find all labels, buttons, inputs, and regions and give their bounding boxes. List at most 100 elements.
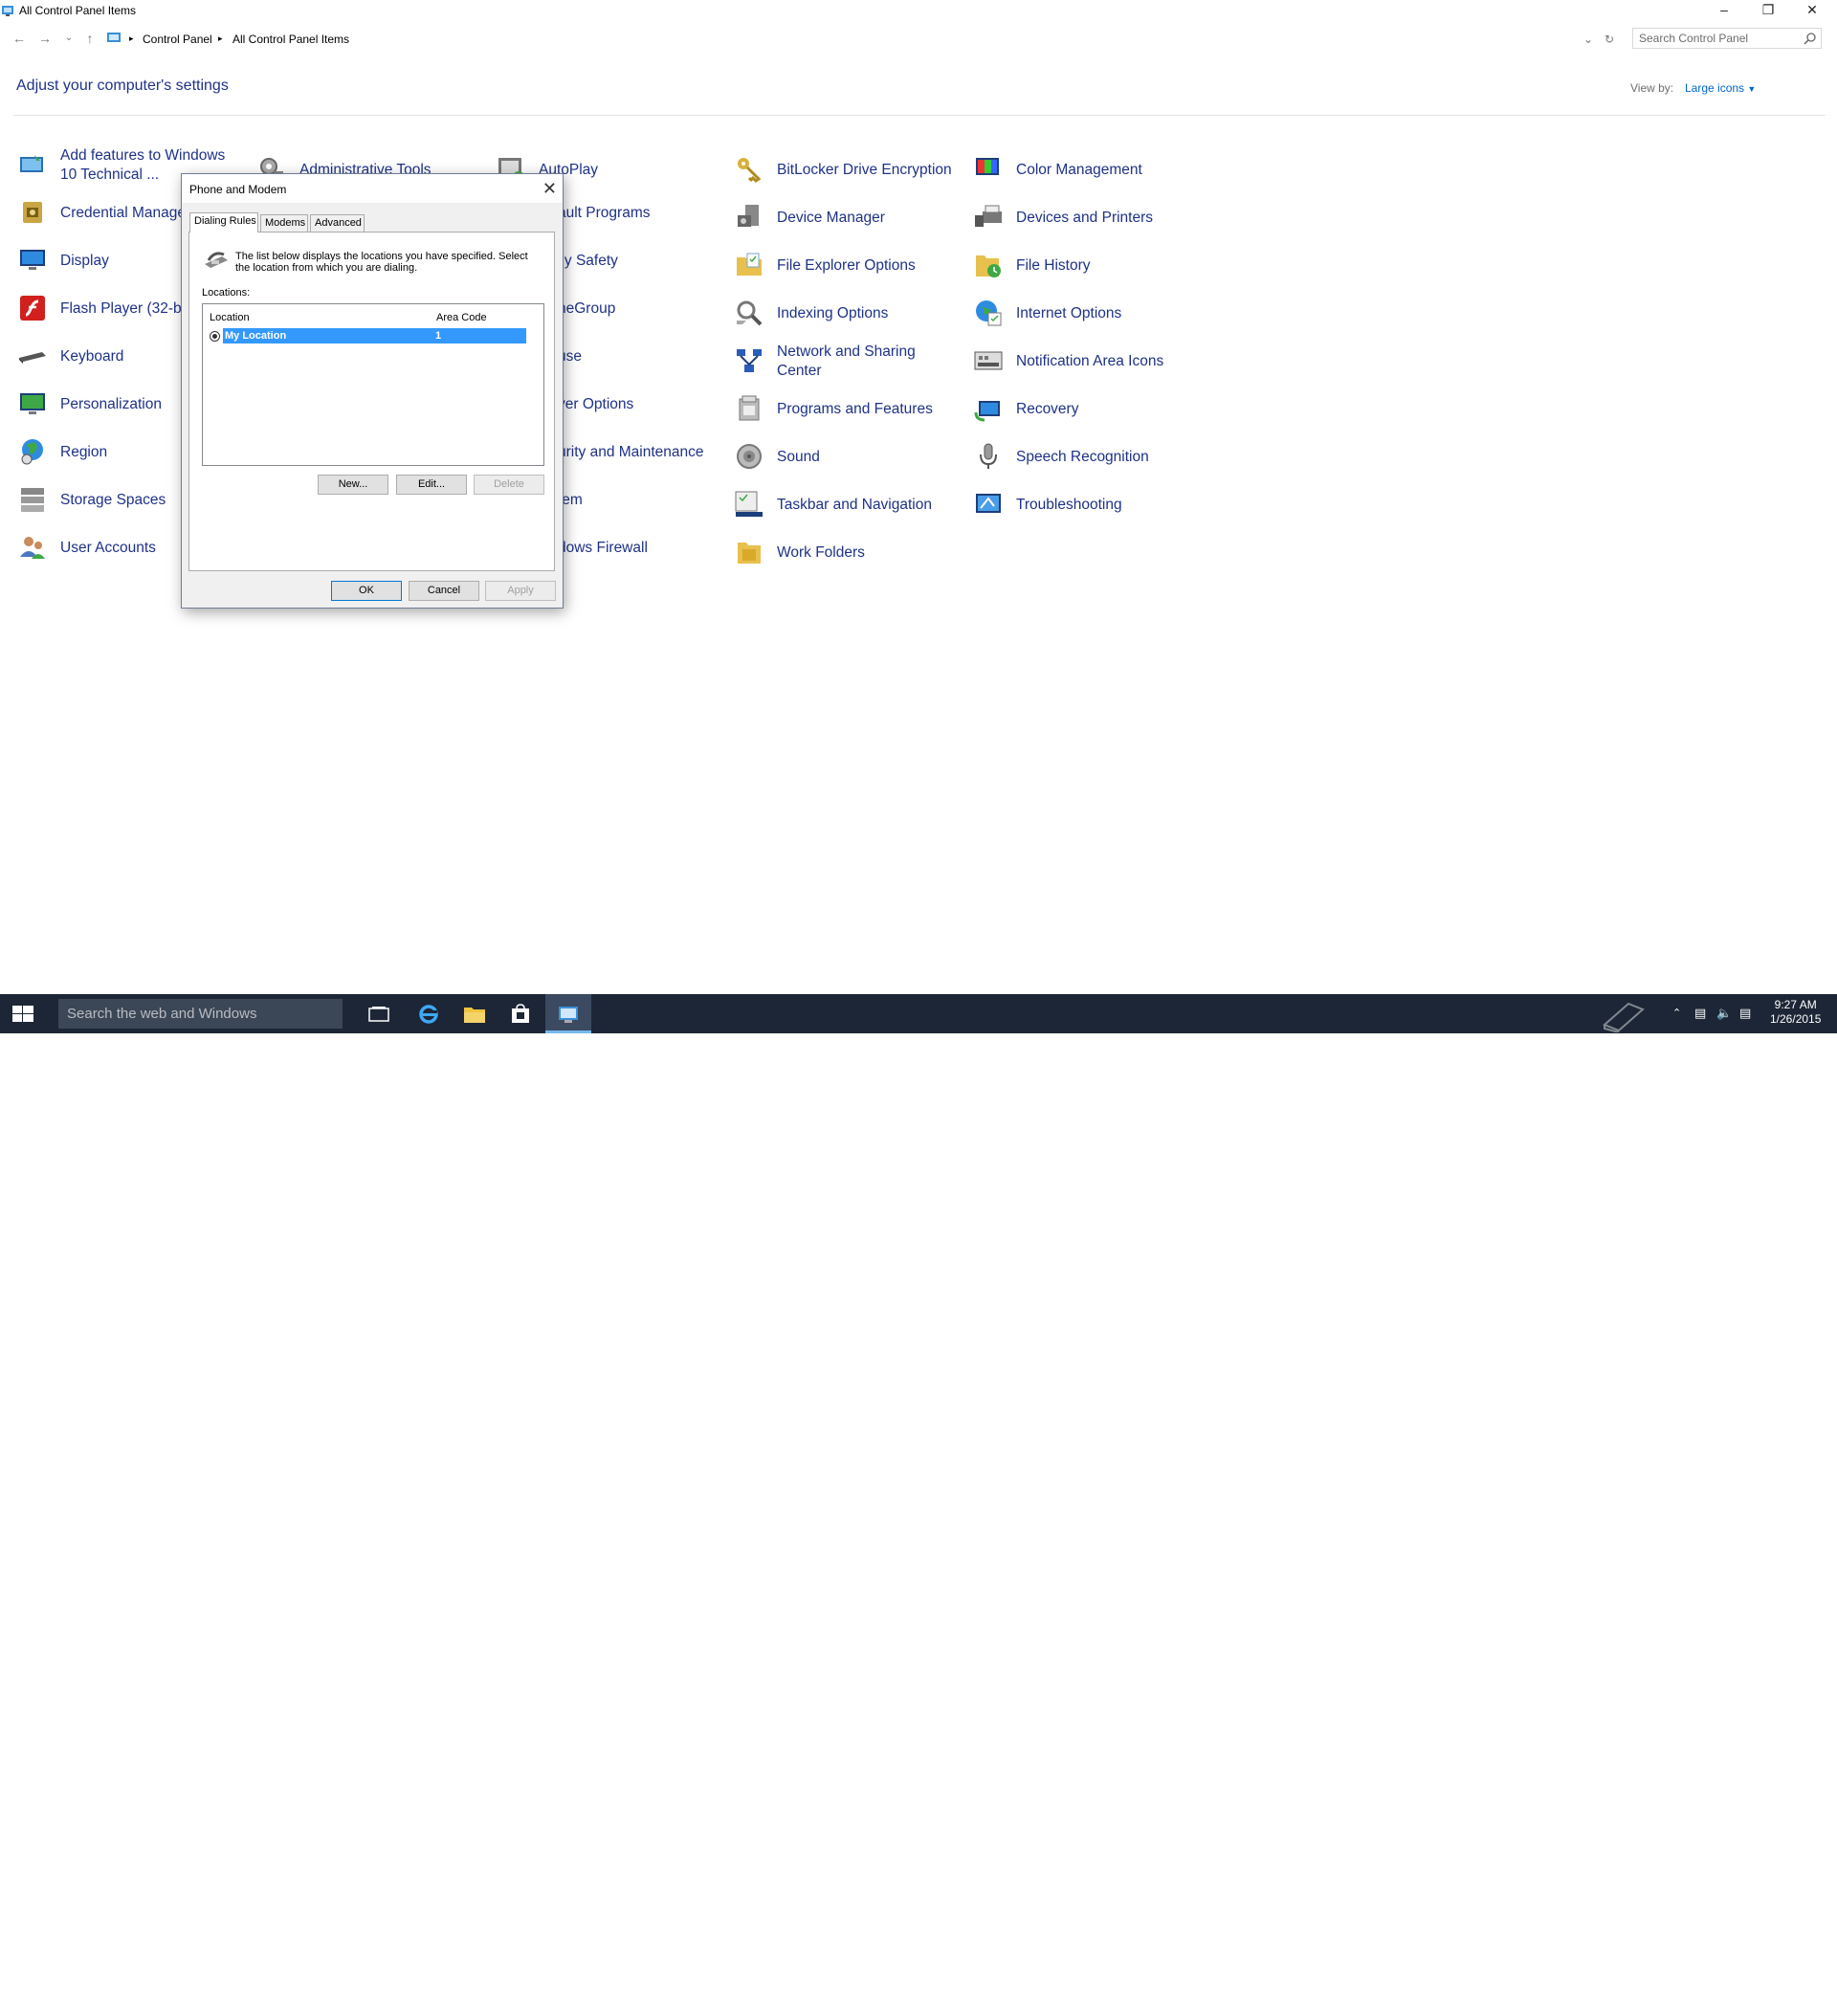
tab-modems[interactable]: Modems [260,214,308,232]
dialog-close-icon[interactable]: ✕ [542,179,557,199]
taskbar-search-input[interactable]: Search the web and Windows [58,999,343,1029]
taskbar-clock[interactable]: 9:27 AM 1/26/2015 [1770,998,1821,1027]
item-work-folders[interactable]: Work Folders [734,531,963,575]
store-button[interactable] [498,994,543,1033]
store-icon [512,1004,529,1023]
header-divider [13,115,1826,116]
item-label: ault Programs [558,205,651,221]
microphone-icon [980,443,997,469]
selected-radio-icon[interactable] [210,331,220,342]
internet-explorer-icon [419,1005,438,1024]
area-code-cell: 1 [435,330,442,342]
close-button[interactable]: ✕ [1790,0,1834,21]
action-center-tray-icon[interactable]: ▤ [1739,1006,1751,1045]
indexing-options-icon [737,300,763,326]
delete-button[interactable]: Delete [474,475,544,495]
window-titlebar: All Control Panel Items – ❐ ✕ [0,0,1837,21]
column-header-location[interactable]: Location [210,312,250,323]
view-by-value: Large icons [1685,81,1745,95]
item-label: Troubleshooting [1016,497,1122,513]
forward-button[interactable]: → [35,29,55,48]
locations-list[interactable]: Location Area Code My Location 1 [202,303,544,466]
work-folders-icon [738,543,761,564]
item-label: neGroup [558,300,616,317]
table-row[interactable]: My Location 1 [208,328,531,344]
item-label: urity and Maintenance [558,444,704,460]
address-bar-row: ← → ⌄ ↑ ▸ Control Panel ▸ All Control Pa… [0,27,1837,50]
item-troubleshooting[interactable]: Troubleshooting [973,483,1203,527]
item-file-explorer-options[interactable]: File Explorer Options [734,244,963,288]
item-programs-features[interactable]: Programs and Features [734,388,963,432]
recent-locations-chevron-icon[interactable]: ⌄ [59,29,78,48]
column-header-area-code[interactable]: Area Code [436,312,487,323]
refresh-icon[interactable]: ↻ [1605,33,1614,46]
item-label: File Explorer Options [777,257,916,274]
network-tray-icon[interactable]: ▤ [1694,1006,1706,1045]
volume-tray-icon[interactable]: 🔈 [1716,1006,1732,1045]
apply-button[interactable]: Apply [485,581,556,601]
item-bitlocker[interactable]: BitLocker Drive Encryption [734,148,963,192]
task-view-button[interactable] [356,994,402,1033]
item-label: Network and Sharing Center [777,343,916,379]
user-accounts-icon [20,537,45,559]
item-label: dows Firewall [558,540,648,556]
address-dropdown-icon[interactable]: ⌄ [1583,33,1593,46]
breadcrumb-separator-icon: ▸ [218,33,223,43]
bitlocker-key-icon [738,158,762,183]
item-devices-printers[interactable]: Devices and Printers [973,196,1203,240]
item-device-manager[interactable]: Device Manager [734,196,963,240]
item-label: Region [60,444,108,460]
item-label: Flash Player (32-bi [60,300,186,317]
back-button[interactable]: ← [10,29,29,48]
tab-advanced[interactable]: Advanced [310,214,365,232]
search-input[interactable]: Search Control Panel [1632,28,1822,49]
taskbar-navigation-icon [735,491,763,517]
minimize-button[interactable]: – [1702,0,1746,21]
taskbar-search-placeholder: Search the web and Windows [67,1006,257,1022]
phone-modem-dialog: Phone and Modem ✕ Dialing Rules Modems A… [181,173,564,609]
file-history-icon [976,255,1001,277]
file-explorer-options-icon [737,253,762,276]
watermark-text: The Collection Book [1657,1991,1834,2015]
up-button[interactable]: ↑ [80,29,100,48]
show-hidden-icons-chevron-icon[interactable]: ⌃ [1672,1007,1681,1046]
item-file-history[interactable]: File History [973,244,1203,288]
item-internet-options[interactable]: Internet Options [973,292,1203,336]
item-notification-area-icons[interactable]: Notification Area Icons [973,340,1203,384]
item-sound[interactable]: Sound [734,435,963,479]
ok-button[interactable]: OK [331,581,402,601]
item-taskbar-navigation[interactable]: Taskbar and Navigation [734,483,963,527]
phone-icon [205,252,228,268]
item-recovery[interactable]: Recovery [973,388,1203,432]
personalization-icon [20,393,45,414]
tab-dialing-rules[interactable]: Dialing Rules [189,212,258,233]
book-watermark-icon [1603,1002,1645,1032]
dialog-description: The list below displays the locations yo… [235,251,528,274]
region-globe-icon [21,439,43,465]
item-network-sharing[interactable]: Network and Sharing Center [734,340,963,384]
cancel-button[interactable]: Cancel [409,581,479,601]
restore-button[interactable]: ❐ [1746,0,1790,21]
item-label: Notification Area Icons [1016,353,1164,369]
taskbar: Search the web and Windows The Collectio… [0,994,1837,2015]
network-sharing-icon [737,349,762,372]
item-label: Recovery [1016,401,1079,417]
breadcrumb-control-panel[interactable]: Control Panel [143,33,212,46]
dialog-titlebar: Phone and Modem ✕ [182,174,563,203]
new-button[interactable]: New... [318,475,388,495]
internet-explorer-button[interactable] [406,994,452,1033]
file-explorer-button[interactable] [452,994,498,1033]
item-indexing-options[interactable]: Indexing Options [734,292,963,336]
view-by-dropdown[interactable]: Large icons ▼ [1685,81,1756,95]
control-panel-icon [107,33,121,42]
address-bar[interactable]: ▸ Control Panel ▸ All Control Panel Item… [101,28,1623,49]
item-color-management[interactable]: Color Management [973,148,1203,192]
start-button[interactable] [0,994,46,1033]
control-panel-taskbar-button[interactable] [545,994,591,1033]
item-speech-recognition[interactable]: Speech Recognition [973,435,1203,479]
windows-features-icon [20,155,43,172]
item-label: Device Manager [777,210,885,226]
edit-button[interactable]: Edit... [396,475,467,495]
item-label: ver Options [558,396,634,412]
breadcrumb-all-items[interactable]: All Control Panel Items [232,33,349,46]
